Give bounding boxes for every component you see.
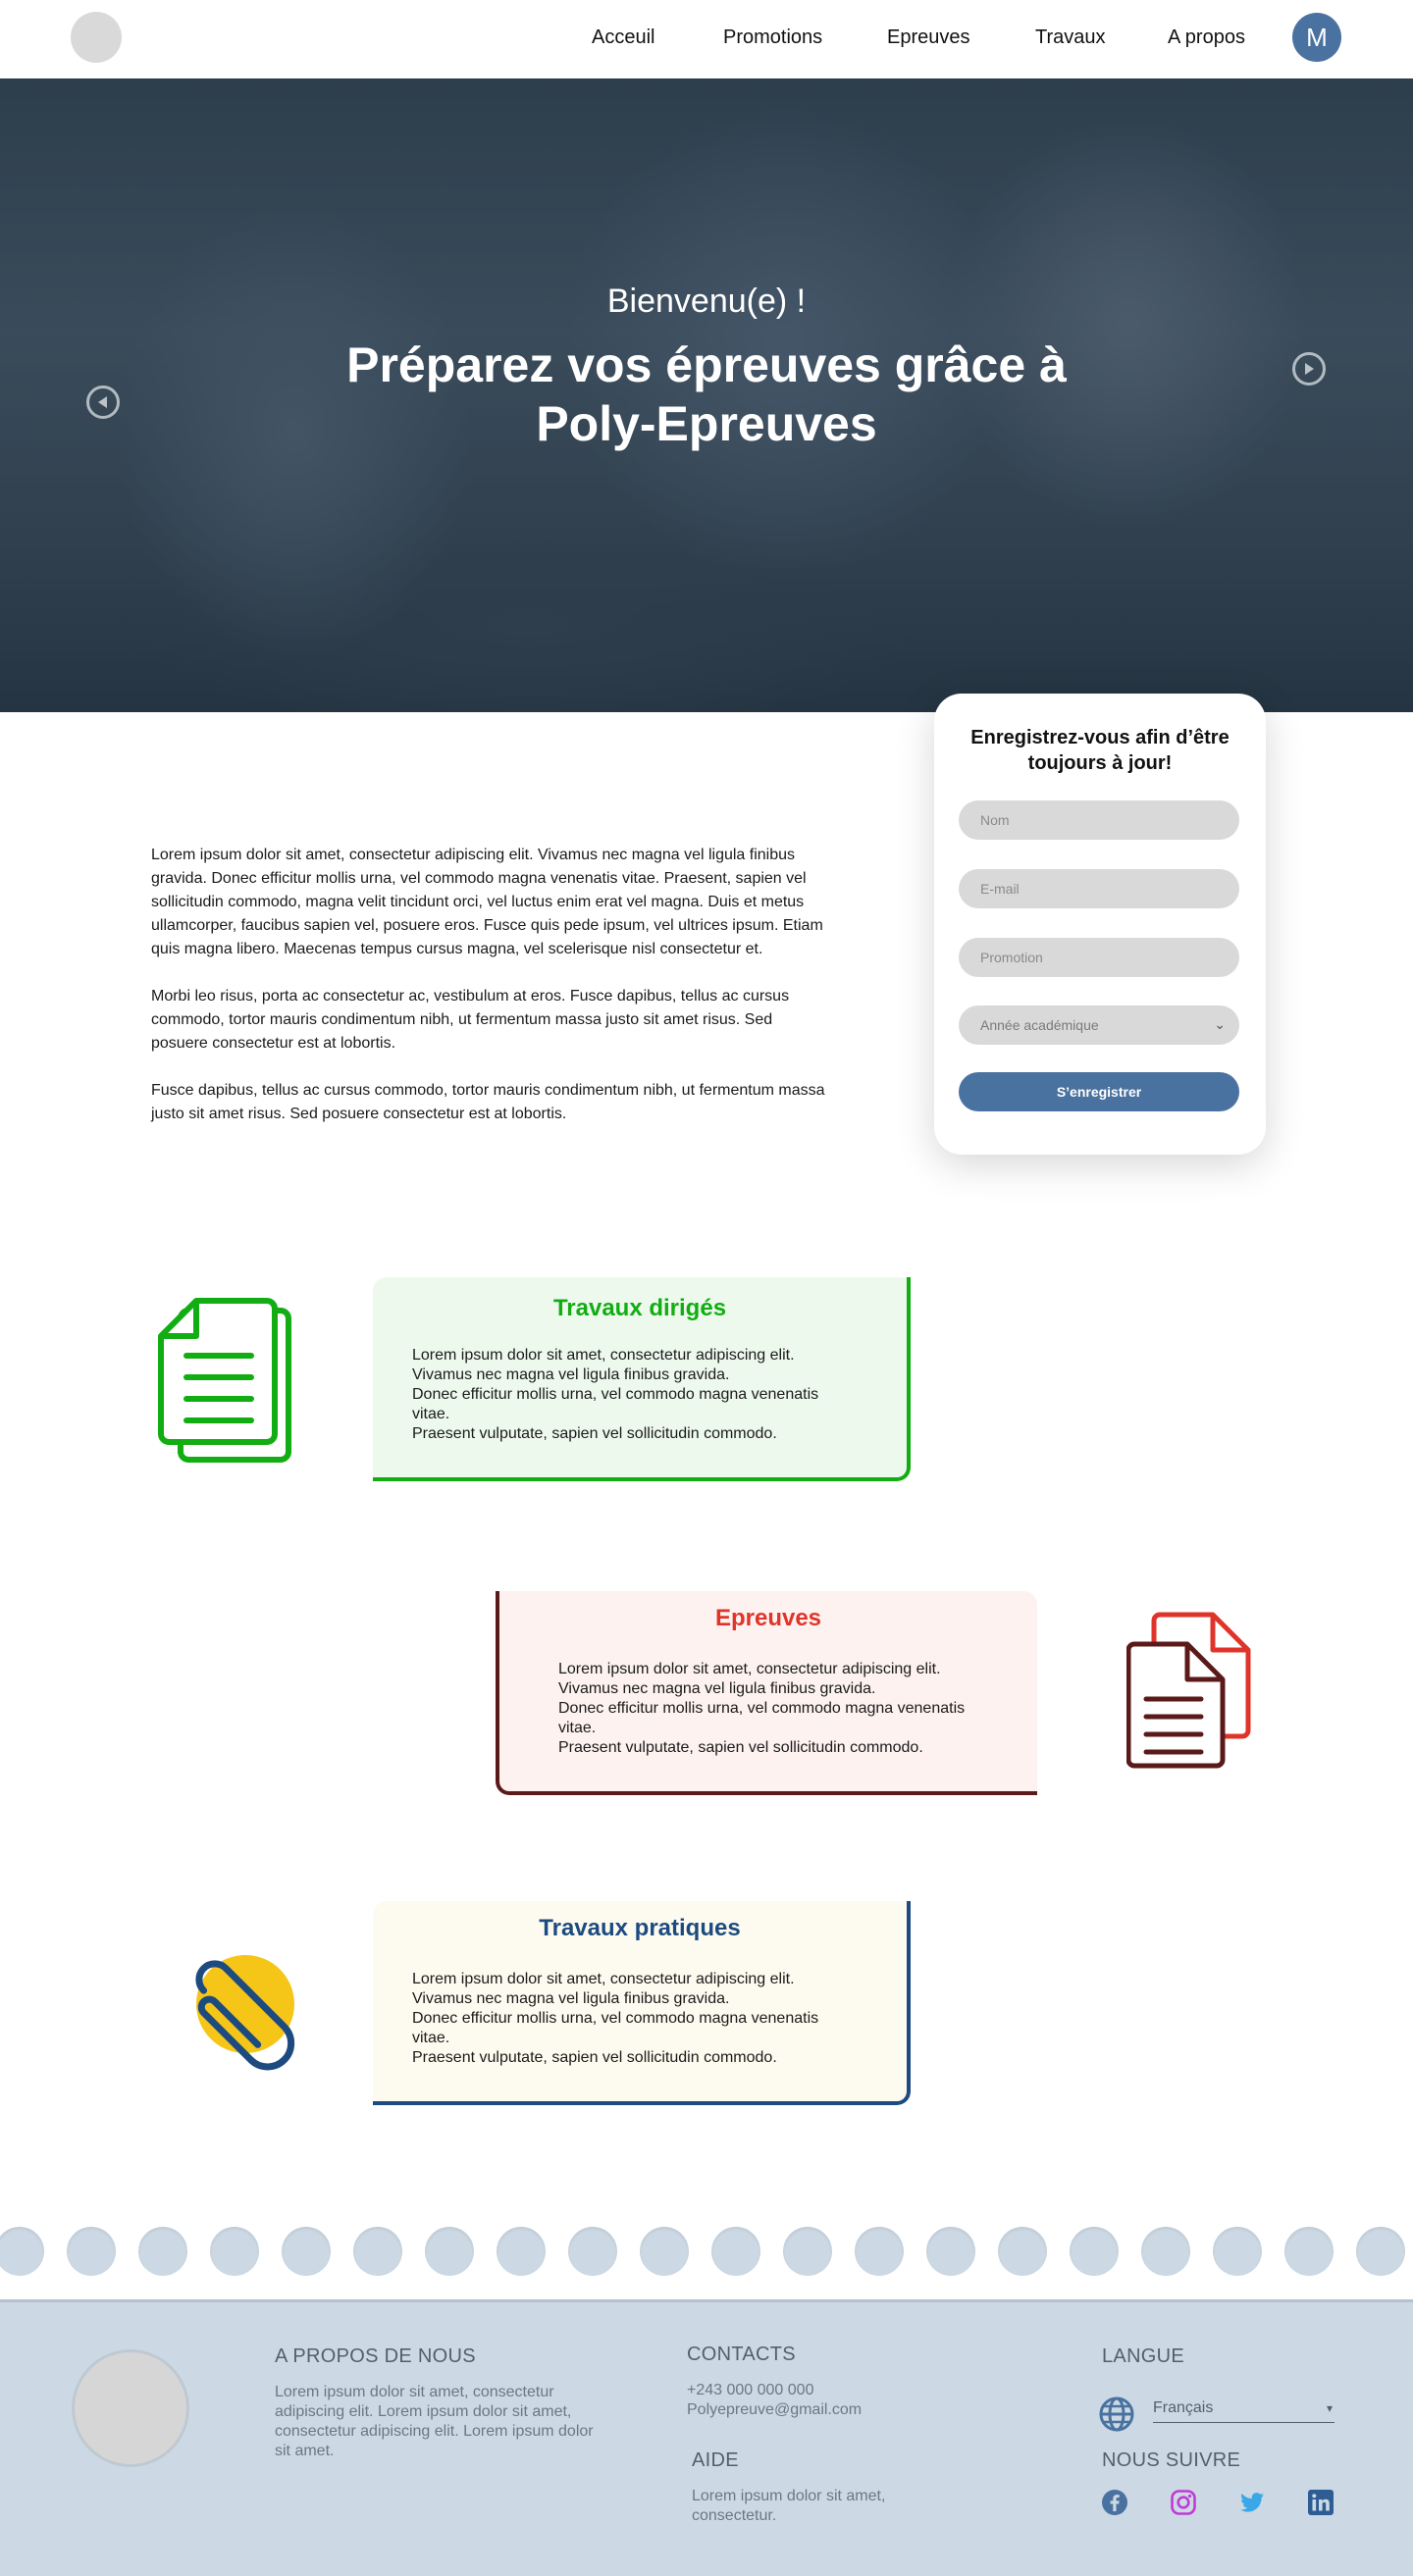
decorative-bubble	[1284, 2227, 1334, 2276]
feature-title: Travaux pratiques	[539, 1915, 741, 1941]
help-heading: AIDE	[692, 2449, 739, 2471]
promotion-input[interactable]	[959, 938, 1239, 977]
about-text: Lorem ipsum dolor sit amet, consectetur …	[275, 2384, 594, 2459]
exam-documents-icon	[1126, 1612, 1251, 1769]
feature-card-travaux-diriges: Travaux dirigés Lorem ipsum dolor sit am…	[373, 1277, 911, 1481]
feature-description: Lorem ipsum dolor sit amet, consectetur …	[412, 1346, 818, 1444]
registration-title: Enregistrez-vous afin d’être toujours à …	[970, 727, 1230, 774]
decorative-bubble	[1213, 2227, 1262, 2276]
help-text: Lorem ipsum dolor sit amet, consectetur.	[692, 2488, 886, 2524]
carousel-prev-button[interactable]	[86, 386, 120, 419]
feature-card-travaux-pratiques: Travaux pratiques Lorem ipsum dolor sit …	[373, 1901, 911, 2105]
decorative-bubble	[0, 2227, 44, 2276]
language-row: Français ▾	[1099, 2396, 1334, 2432]
about-heading: A PROPOS DE NOUS	[275, 2345, 476, 2367]
feature-line: Vivamus nec magna vel ligula finibus gra…	[412, 1990, 730, 2007]
feature-line: vitae.	[412, 1406, 450, 1422]
linkedin-icon[interactable]	[1307, 2489, 1334, 2516]
chevron-down-icon: ⌄	[1214, 1016, 1226, 1032]
arrow-right-icon	[1305, 363, 1314, 375]
decorative-bubble	[353, 2227, 402, 2276]
hero-subtitle: Bienvenu(e) !	[606, 283, 807, 320]
decorative-bubble	[998, 2227, 1047, 2276]
caret-down-icon: ▾	[1326, 2401, 1333, 2415]
decorative-bubble	[783, 2227, 832, 2276]
feature-line: vitae.	[412, 2030, 450, 2046]
feature-line: Praesent vulputate, sapien vel sollicitu…	[412, 1425, 777, 1442]
twitter-icon[interactable]	[1238, 2489, 1266, 2516]
nav-links: Acceuil Promotions Epreuves Travaux A pr…	[0, 26, 1413, 56]
contact-phone: +243 000 000 000	[687, 2382, 814, 2398]
decorative-bubble	[926, 2227, 975, 2276]
decorative-bubble	[640, 2227, 689, 2276]
decorative-bubble	[497, 2227, 546, 2276]
name-input[interactable]	[959, 800, 1239, 840]
academic-year-select[interactable]: Année académique ⌄	[959, 1005, 1239, 1045]
nav-link-epreuves[interactable]: Epreuves	[887, 26, 970, 49]
navbar: Acceuil Promotions Epreuves Travaux A pr…	[0, 0, 1413, 78]
documents-icon	[158, 1298, 291, 1463]
carousel-next-button[interactable]	[1292, 352, 1326, 386]
intro-paragraph: Fusce dapibus, tellus ac cursus commodo,…	[151, 1082, 825, 1122]
decorative-bubble	[1070, 2227, 1119, 2276]
feature-description: Lorem ipsum dolor sit amet, consectetur …	[558, 1660, 965, 1758]
intro-paragraph: Morbi leo risus, porta ac consectetur ac…	[151, 988, 790, 1052]
feature-line: Lorem ipsum dolor sit amet, consectetur …	[558, 1661, 941, 1677]
intro-paragraph: Lorem ipsum dolor sit amet, consectetur …	[151, 847, 823, 957]
follow-heading: NOUS SUIVRE	[1102, 2449, 1241, 2471]
decorative-bubble	[568, 2227, 617, 2276]
decorative-bubble	[425, 2227, 474, 2276]
feature-line: vitae.	[558, 1720, 597, 1736]
paperclip-icon	[195, 1955, 295, 2071]
footer: A PROPOS DE NOUS Lorem ipsum dolor sit a…	[0, 2299, 1413, 2576]
feature-line: Donec efficitur mollis urna, vel commodo…	[558, 1700, 966, 1717]
decorative-bubble	[1356, 2227, 1405, 2276]
feature-line: Praesent vulputate, sapien vel sollicitu…	[412, 2049, 777, 2066]
decorative-bubble	[855, 2227, 904, 2276]
decorative-bubble	[67, 2227, 116, 2276]
feature-line: Praesent vulputate, sapien vel sollicitu…	[558, 1739, 923, 1756]
feature-line: Lorem ipsum dolor sit amet, consectetur …	[412, 1971, 795, 1987]
language-heading: LANGUE	[1102, 2345, 1185, 2367]
register-button[interactable]: S’enregistrer	[959, 1072, 1239, 1111]
feature-line: Vivamus nec magna vel ligula finibus gra…	[412, 1366, 730, 1383]
decorative-bubble	[1141, 2227, 1190, 2276]
nav-link-promotions[interactable]: Promotions	[723, 26, 822, 49]
feature-title: Epreuves	[714, 1605, 822, 1631]
decorative-bubble	[711, 2227, 760, 2276]
intro-text: Lorem ipsum dolor sit amet, consectetur …	[151, 844, 828, 1150]
decorative-bubbles	[0, 2219, 1413, 2278]
facebook-icon[interactable]	[1101, 2489, 1128, 2516]
language-select[interactable]: Français ▾	[1153, 2399, 1334, 2423]
instagram-icon[interactable]	[1170, 2489, 1197, 2516]
feature-line: Vivamus nec magna vel ligula finibus gra…	[558, 1680, 876, 1697]
academic-year-placeholder: Année académique	[980, 1017, 1099, 1033]
nav-link-a-propos[interactable]: A propos	[1168, 26, 1245, 49]
contacts-heading: CONTACTS	[687, 2344, 796, 2365]
user-avatar[interactable]: M	[1292, 13, 1341, 62]
registration-card: Enregistrez-vous afin d’être toujours à …	[934, 694, 1266, 1155]
hero-banner: Bienvenu(e) ! Préparez vos épreuves grâc…	[0, 78, 1413, 712]
feature-description: Lorem ipsum dolor sit amet, consectetur …	[412, 1970, 818, 2068]
feature-line: Lorem ipsum dolor sit amet, consectetur …	[412, 1347, 795, 1364]
decorative-bubble	[210, 2227, 259, 2276]
email-input[interactable]	[959, 869, 1239, 908]
language-value: Français	[1153, 2399, 1214, 2416]
decorative-bubble	[138, 2227, 187, 2276]
arrow-left-icon	[98, 396, 107, 408]
footer-logo	[72, 2349, 189, 2467]
feature-card-epreuves: Epreuves Lorem ipsum dolor sit amet, con…	[496, 1591, 1037, 1795]
contact-email[interactable]: Polyepreuve@gmail.com	[687, 2400, 862, 2420]
feature-title: Travaux dirigés	[552, 1295, 727, 1321]
feature-line: Donec efficitur mollis urna, vel commodo…	[412, 2010, 819, 2027]
globe-icon	[1099, 2396, 1134, 2432]
nav-link-travaux[interactable]: Travaux	[1035, 26, 1106, 49]
feature-line: Donec efficitur mollis urna, vel commodo…	[412, 1386, 819, 1403]
nav-link-acceuil[interactable]: Acceuil	[592, 26, 654, 49]
hero-title: Préparez vos épreuves grâce à Poly-Epreu…	[346, 337, 1067, 451]
decorative-bubble	[282, 2227, 331, 2276]
